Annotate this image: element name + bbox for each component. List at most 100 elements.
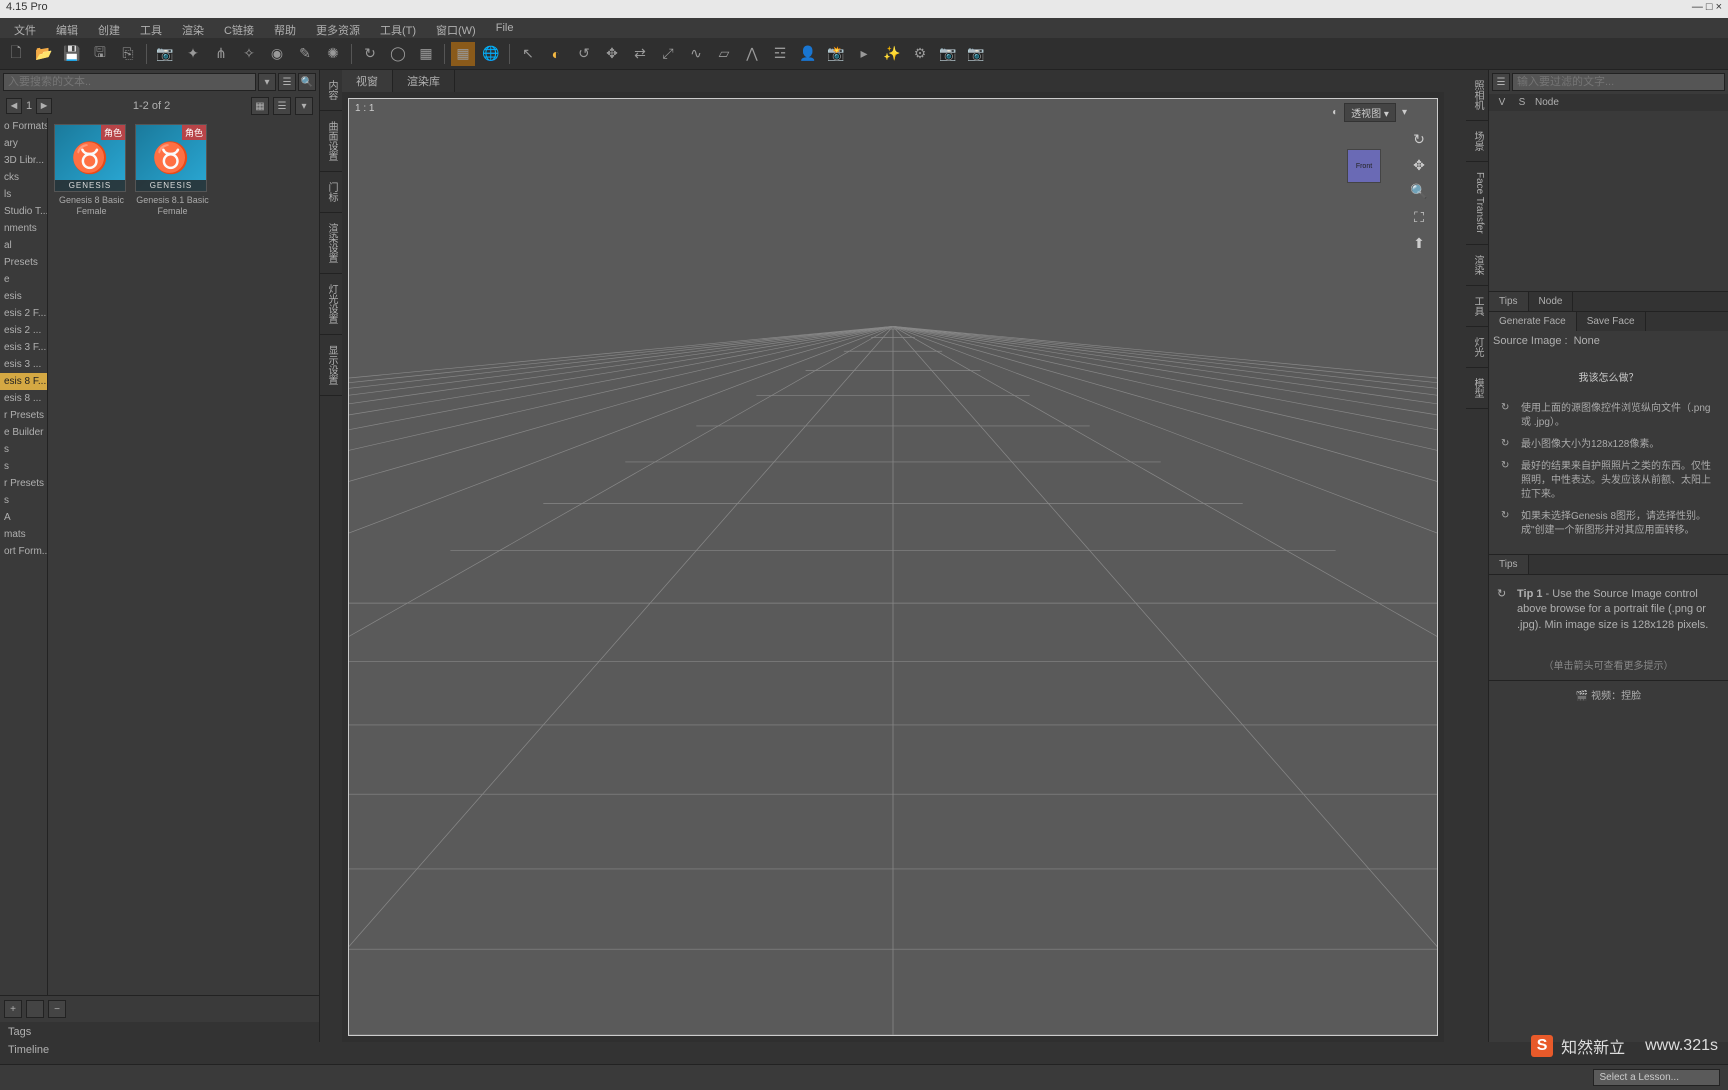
magic-icon[interactable]: ✨ [880, 42, 904, 66]
side-tab[interactable]: 渲染 [1466, 245, 1488, 286]
add-icon[interactable]: + [4, 1000, 22, 1018]
polygon-icon[interactable]: ▱ [712, 42, 736, 66]
nav-cube[interactable]: Front [1347, 149, 1387, 189]
menu-4[interactable]: 渲染 [172, 20, 214, 36]
save-icon[interactable]: 💾 [60, 42, 84, 66]
tree-item[interactable]: r Presets [0, 407, 47, 424]
tree-item[interactable]: A [0, 509, 47, 526]
globe-icon[interactable]: 🌐 [479, 42, 503, 66]
reset-icon[interactable]: ⬆ [1409, 233, 1429, 253]
search-filter-icon[interactable]: ☰ [278, 73, 296, 91]
bone-tool-icon[interactable]: ⋔ [209, 42, 233, 66]
tree-item[interactable]: 3D Libr... [0, 152, 47, 169]
tree-item[interactable]: Studio T... [0, 203, 47, 220]
mid-tab[interactable]: Tips [1489, 292, 1529, 311]
tree-item[interactable]: ls [0, 186, 47, 203]
tree-item[interactable]: Presets [0, 254, 47, 271]
view-opts-icon[interactable]: ▾ [295, 97, 313, 115]
tree-item[interactable]: s [0, 492, 47, 509]
view-list-icon[interactable]: ☰ [273, 97, 291, 115]
search-dropdown-icon[interactable]: ▾ [258, 73, 276, 91]
person-icon[interactable]: 👤 [796, 42, 820, 66]
menu-1[interactable]: 编辑 [46, 20, 88, 36]
tree-item[interactable]: esis 2 ... [0, 322, 47, 339]
tree-item[interactable]: al [0, 237, 47, 254]
tree-item[interactable]: esis 8 ... [0, 390, 47, 407]
remove-icon[interactable]: − [48, 1000, 66, 1018]
cam-photo-icon[interactable]: 📸 [824, 42, 848, 66]
grid-icon[interactable]: ▦ [451, 42, 475, 66]
page-next-icon[interactable]: ► [36, 98, 52, 114]
library-search-input[interactable] [3, 73, 256, 91]
menu-0[interactable]: 文件 [4, 20, 46, 36]
gen-tab[interactable]: Save Face [1577, 312, 1646, 331]
menu-7[interactable]: 更多资源 [306, 20, 370, 36]
view-type-dropdown[interactable]: 透视图 ▾ [1344, 103, 1396, 122]
tips-tab-lower[interactable]: Tips [1489, 555, 1529, 574]
mid-tab[interactable]: Node [1529, 292, 1574, 311]
scene-tree[interactable] [1489, 111, 1728, 291]
side-tab[interactable]: 模型 [1466, 368, 1488, 409]
side-tab[interactable]: 场景 [1466, 121, 1488, 162]
morph-icon[interactable]: ∿ [684, 42, 708, 66]
tree-item[interactable]: e [0, 271, 47, 288]
menu-8[interactable]: 工具(T) [370, 20, 426, 36]
spray-tool-icon[interactable]: ✺ [321, 42, 345, 66]
save-as-icon[interactable]: 🖫 [88, 42, 112, 66]
orbit-icon[interactable]: ↻ [1409, 129, 1429, 149]
viewport-tab[interactable]: 渲染库 [393, 70, 455, 92]
play-tool-icon[interactable]: ▸ [852, 42, 876, 66]
tree-item[interactable]: esis 8 F... [0, 373, 47, 390]
viewport-tab[interactable]: 视窗 [342, 70, 393, 92]
source-image-value[interactable]: None [1574, 335, 1600, 347]
side-tab[interactable]: 门标 [320, 172, 342, 213]
scene-filter-input[interactable] [1512, 73, 1725, 91]
tree-item[interactable]: s [0, 441, 47, 458]
side-tab[interactable]: 显示设置 [320, 335, 342, 396]
tree-item[interactable]: ary [0, 135, 47, 152]
import-icon[interactable]: ⎘ [116, 42, 140, 66]
tree-item[interactable]: mats [0, 526, 47, 543]
move-xyz-icon[interactable]: ✥ [600, 42, 624, 66]
window-controls[interactable]: — □ × [1692, 1, 1722, 17]
view-mode-icon[interactable]: ▦ [251, 97, 269, 115]
tree-item[interactable]: e Builder [0, 424, 47, 441]
search-go-icon[interactable]: 🔍 [298, 73, 316, 91]
blank-icon[interactable] [26, 1000, 44, 1018]
video-action-label[interactable]: 视频：捏脸 [1591, 691, 1641, 702]
tree-item[interactable]: o Formats [0, 118, 47, 135]
tree-item[interactable]: ort Form... [0, 543, 47, 560]
orbit-cam-icon[interactable]: ↺ [572, 42, 596, 66]
side-tab[interactable]: 内容 [320, 70, 342, 111]
mesh-icon[interactable]: ☲ [768, 42, 792, 66]
menu-6[interactable]: 帮助 [264, 20, 306, 36]
zoom-icon[interactable]: 🔍 [1409, 181, 1429, 201]
gen-tab[interactable]: Generate Face [1489, 312, 1577, 331]
lasso-icon[interactable]: ◐ [544, 42, 568, 66]
side-tab[interactable]: Face Transfer [1466, 162, 1488, 245]
orbit-icon[interactable]: ◯ [386, 42, 410, 66]
scale-icon[interactable]: ⤢ [656, 42, 680, 66]
3d-viewport[interactable]: 1 : 1 ◐ 透视图 ▾ ▾ Front ↻ ✥ 🔍 [348, 98, 1438, 1036]
tree-item[interactable]: cks [0, 169, 47, 186]
side-tab[interactable]: 灯光设置 [320, 274, 342, 335]
camera-tool-icon[interactable]: 📷 [153, 42, 177, 66]
tree-item[interactable]: esis 3 F... [0, 339, 47, 356]
page-prev-icon[interactable]: ◄ [6, 98, 22, 114]
content-thumb[interactable]: 角色♉GENESISGenesis 8 Basic Female [54, 124, 129, 217]
shading-icon[interactable]: ◐ [1332, 107, 1338, 118]
capture-icon[interactable]: 📷 [964, 42, 988, 66]
tree-item[interactable]: esis [0, 288, 47, 305]
menu-2[interactable]: 创建 [88, 20, 130, 36]
spotlight-tool-icon[interactable]: ◉ [265, 42, 289, 66]
tree-item[interactable]: r Presets [0, 475, 47, 492]
side-tab[interactable]: 曲面设置 [320, 111, 342, 172]
side-tab[interactable]: 渲染设置 [320, 213, 342, 274]
side-tab[interactable]: 照相机 [1466, 70, 1488, 121]
gear-icon[interactable]: ⚙ [908, 42, 932, 66]
cursor-icon[interactable]: ↖ [516, 42, 540, 66]
side-tab[interactable]: 工具 [1466, 286, 1488, 327]
folder-open-icon[interactable]: 📂 [32, 42, 56, 66]
weight-tool-icon[interactable]: ✧ [237, 42, 261, 66]
timeline-panel[interactable]: Timeline [0, 1042, 1728, 1064]
